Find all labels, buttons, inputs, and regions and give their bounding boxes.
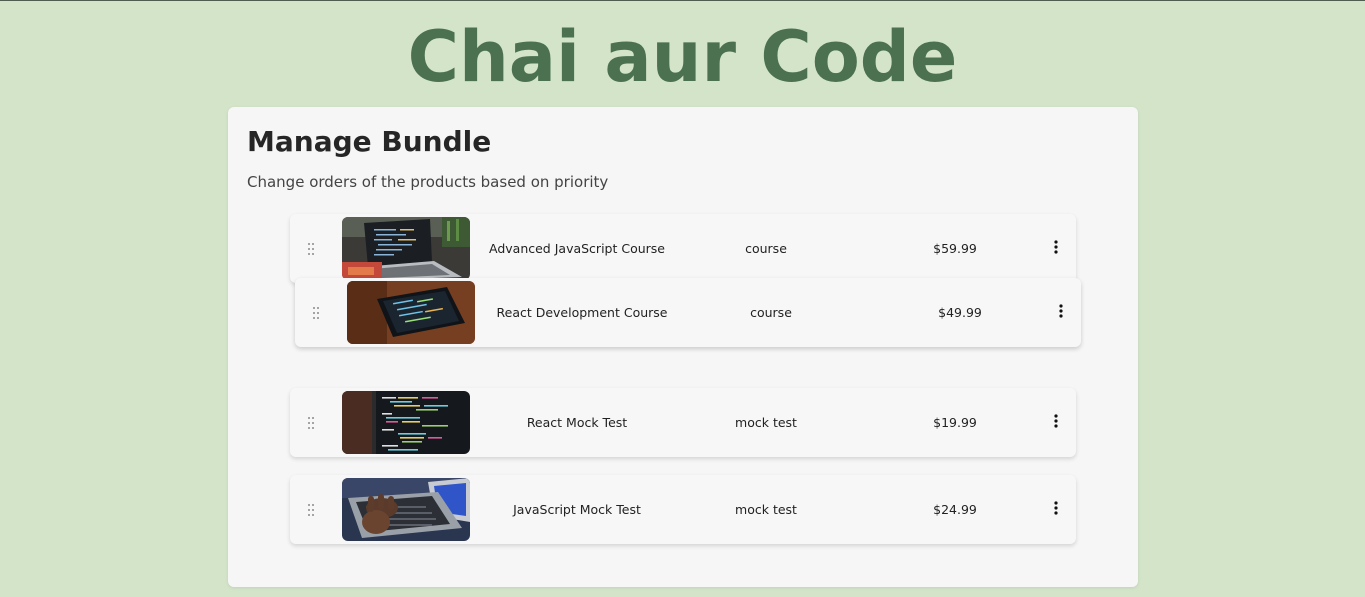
product-type: course [745,241,787,256]
top-border [0,0,1365,1]
phone-code-image [347,281,475,344]
product-name: Advanced JavaScript Course [489,241,665,256]
product-price: $19.99 [933,415,977,430]
product-row[interactable]: Advanced JavaScript Course course $59.99 [290,214,1076,283]
site-title: Chai aur Code [407,16,958,98]
drag-handle-icon[interactable] [306,503,316,517]
more-vertical-icon[interactable] [1048,500,1064,518]
product-price: $24.99 [933,502,977,517]
drag-handle-icon[interactable] [306,242,316,256]
drag-handle-icon[interactable] [306,416,316,430]
laptop-code-image [342,217,470,280]
panel-title: Manage Bundle [247,125,492,158]
product-price: $59.99 [933,241,977,256]
product-type: course [750,305,792,320]
more-vertical-icon[interactable] [1053,303,1069,321]
code-screen-image [342,391,470,454]
product-name: JavaScript Mock Test [513,502,641,517]
typing-laptop-image [342,478,470,541]
product-type: mock test [735,415,797,430]
more-vertical-icon[interactable] [1048,239,1064,257]
product-name: React Development Course [496,305,668,320]
product-price: $49.99 [938,305,982,320]
product-name: React Mock Test [526,415,628,430]
panel-subtitle: Change orders of the products based on p… [247,173,609,191]
product-type: mock test [735,502,797,517]
product-row[interactable]: JavaScript Mock Test mock test $24.99 [290,475,1076,544]
product-row[interactable]: React Development Course course $49.99 [295,278,1081,347]
more-vertical-icon[interactable] [1048,413,1064,431]
product-row[interactable]: React Mock Test mock test $19.99 [290,388,1076,457]
drag-handle-icon[interactable] [311,306,321,320]
